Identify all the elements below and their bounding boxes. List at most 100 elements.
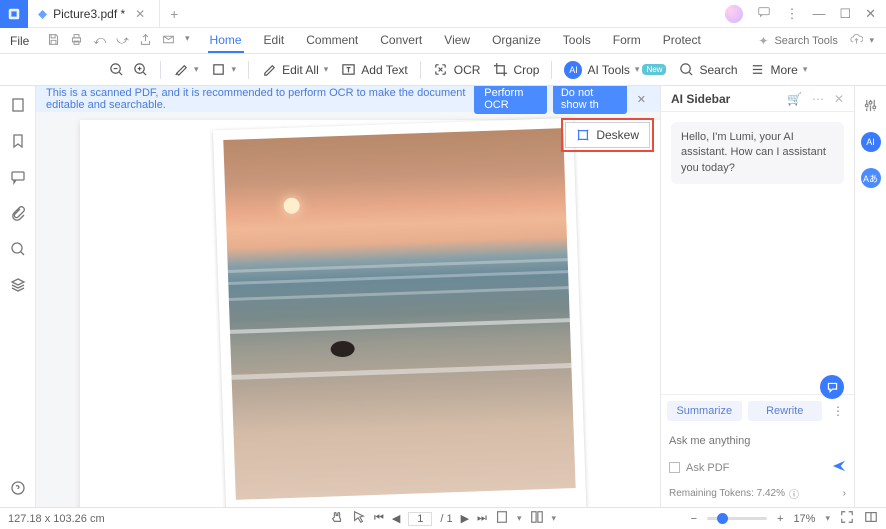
zoom-in-button[interactable]: [132, 62, 148, 78]
chat-icon[interactable]: [757, 5, 771, 22]
perform-ocr-button[interactable]: Perform OCR: [474, 86, 547, 114]
right-side-rail: AI Aあ: [854, 86, 886, 507]
expand-right-icon[interactable]: ›: [843, 488, 846, 499]
ask-pdf-checkbox[interactable]: [669, 462, 680, 473]
menubar: File ⤺ ⤻ ▾ Home Edit Comment Convert Vie…: [0, 28, 886, 54]
adjustments-icon[interactable]: [863, 98, 878, 116]
attachments-icon[interactable]: [9, 204, 27, 222]
bookmarks-icon[interactable]: [9, 132, 27, 150]
comments-icon[interactable]: [9, 168, 27, 186]
zoom-in-status-icon[interactable]: +: [777, 513, 783, 525]
more-button[interactable]: More▾: [750, 62, 808, 78]
ai-greeting: Hello, I'm Lumi, your AI assistant. How …: [671, 122, 844, 184]
menu-comment[interactable]: Comment: [304, 29, 360, 53]
search-button[interactable]: Search: [678, 62, 737, 78]
prev-page-icon[interactable]: ◀: [392, 512, 400, 525]
ocr-button[interactable]: OCR: [433, 62, 481, 78]
search-tools[interactable]: ✦ ▾: [758, 33, 886, 49]
ocr-banner-text: This is a scanned PDF, and it is recomme…: [46, 87, 474, 111]
highlighter-button[interactable]: ▾: [173, 62, 199, 78]
cloud-more-icon[interactable]: ▾: [869, 35, 874, 46]
ribbon-toolbar: ▾ ▾ Edit All▾ Add Text OCR Crop AIAI Too…: [0, 54, 886, 86]
close-panel-icon[interactable]: ✕: [834, 92, 844, 106]
pdf-page: [80, 120, 660, 507]
maximize-button[interactable]: ☐: [839, 6, 851, 22]
save-indicator-icon: ⬥: [38, 6, 47, 22]
reading-mode-icon[interactable]: [864, 510, 878, 527]
do-not-show-button[interactable]: Do not show th: [553, 86, 627, 114]
minimize-button[interactable]: —: [812, 6, 825, 21]
app-logo: [0, 0, 28, 28]
wand-icon: ✦: [758, 34, 768, 48]
zoom-level: 17%: [793, 513, 815, 525]
rewrite-button[interactable]: Rewrite: [748, 401, 823, 421]
zoom-out-status-icon[interactable]: −: [691, 513, 697, 525]
ai-chip-icon[interactable]: AI: [861, 132, 881, 152]
search-tools-input[interactable]: [774, 35, 844, 47]
sunset-photo: [223, 128, 575, 500]
close-tab-icon[interactable]: ✕: [131, 7, 149, 21]
menu-home[interactable]: Home: [208, 29, 244, 53]
menu-tools[interactable]: Tools: [561, 29, 593, 53]
ai-tools-button[interactable]: AIAI Tools▾New: [564, 61, 666, 79]
cart-icon[interactable]: 🛒: [787, 92, 802, 106]
share-icon[interactable]: [139, 33, 152, 49]
user-avatar[interactable]: [725, 5, 743, 23]
add-tab-button[interactable]: +: [160, 6, 188, 22]
menu-protect[interactable]: Protect: [661, 29, 703, 53]
send-icon[interactable]: [832, 459, 846, 476]
search-panel-icon[interactable]: [9, 240, 27, 258]
ai-action-tabs: Summarize Rewrite ⋮: [661, 395, 854, 427]
document-viewport[interactable]: This is a scanned PDF, and it is recomme…: [36, 86, 660, 507]
page-number-input[interactable]: 1: [408, 512, 432, 526]
translate-chip-icon[interactable]: Aあ: [861, 168, 881, 188]
ai-more-icon[interactable]: ⋮: [828, 404, 848, 418]
add-text-button[interactable]: Add Text: [340, 62, 407, 78]
page-total: / 1: [440, 513, 452, 525]
menu-convert[interactable]: Convert: [378, 29, 424, 53]
next-end-icon[interactable]: ⏭: [477, 512, 487, 525]
close-banner-icon[interactable]: ✕: [633, 93, 650, 106]
file-menu[interactable]: File: [0, 34, 39, 48]
menu-form[interactable]: Form: [611, 29, 643, 53]
next-page-icon[interactable]: ▶: [461, 512, 469, 525]
help-icon[interactable]: [9, 479, 27, 497]
thumbnails-icon[interactable]: [9, 96, 27, 114]
photo-frame: [213, 118, 587, 507]
edit-all-button[interactable]: Edit All▾: [261, 62, 328, 78]
shape-button[interactable]: ▾: [211, 62, 237, 78]
upload-cloud-icon[interactable]: [850, 33, 863, 49]
zoom-out-button[interactable]: [108, 62, 124, 78]
select-tool-icon[interactable]: [352, 510, 366, 527]
summarize-button[interactable]: Summarize: [667, 401, 742, 421]
deskew-button[interactable]: Deskew: [565, 122, 650, 148]
crop-button[interactable]: Crop: [492, 62, 539, 78]
ocr-banner: This is a scanned PDF, and it is recomme…: [36, 86, 660, 112]
view-mode-icon[interactable]: [529, 510, 543, 527]
zoom-slider[interactable]: [707, 517, 767, 520]
layers-icon[interactable]: [9, 276, 27, 294]
kebab-icon[interactable]: ⋮: [785, 6, 798, 22]
undo-icon[interactable]: ⤺: [93, 33, 106, 49]
save-icon[interactable]: [47, 33, 60, 49]
info-icon[interactable]: ⓘ: [789, 486, 799, 501]
fullscreen-icon[interactable]: [840, 510, 854, 527]
options-icon[interactable]: ⋯: [812, 92, 824, 106]
close-window-button[interactable]: ✕: [865, 6, 876, 22]
menu-view[interactable]: View: [442, 29, 472, 53]
hand-tool-icon[interactable]: [330, 510, 344, 527]
menu-edit[interactable]: Edit: [262, 29, 287, 53]
page-layout-icon[interactable]: [495, 510, 509, 527]
deskew-highlight: Deskew: [561, 118, 654, 152]
email-icon[interactable]: [162, 33, 175, 49]
document-tab[interactable]: ⬥ Picture3.pdf * ✕: [28, 0, 160, 27]
ai-input-field[interactable]: [669, 435, 846, 447]
menu-organize[interactable]: Organize: [490, 29, 543, 53]
chat-float-button[interactable]: [820, 375, 844, 399]
page-dimensions: 127.18 x 103.26 cm: [8, 513, 105, 525]
redo-icon[interactable]: ⤻: [116, 33, 129, 49]
qat-more-icon[interactable]: ▾: [185, 33, 190, 49]
print-icon[interactable]: [70, 33, 83, 49]
prev-start-icon[interactable]: ⏮: [374, 512, 384, 525]
window-controls: ⋮ — ☐ ✕: [725, 5, 886, 23]
